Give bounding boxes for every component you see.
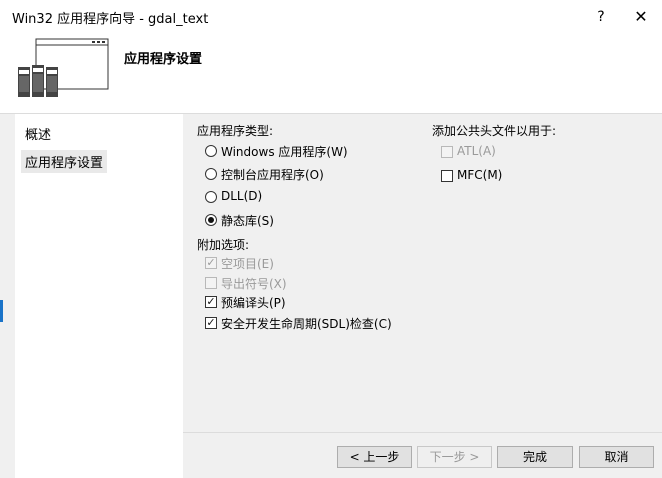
checkbox-precompiled-header[interactable]: ✓ — [205, 296, 217, 308]
application-wizard-icon — [18, 38, 109, 97]
checkbox-atl[interactable] — [441, 146, 453, 158]
wizard-nav: 概述 应用程序设置 — [15, 114, 183, 478]
checkbox-mfc[interactable] — [441, 170, 453, 182]
wizard-header: 应用程序设置 — [0, 33, 662, 113]
checkbox-sdl-checks[interactable]: ✓ — [205, 317, 217, 329]
checkbox-precompiled-header-label[interactable]: 预编译头(P) — [221, 294, 286, 311]
footer-divider — [183, 432, 662, 433]
radio-static-lib-label[interactable]: 静态库(S) — [221, 212, 274, 229]
cancel-button[interactable]: 取消 — [579, 446, 654, 468]
radio-static-lib[interactable] — [205, 214, 217, 226]
title-bar: Win32 应用程序向导 - gdal_text ? ✕ — [0, 0, 662, 33]
nav-item-overview[interactable]: 概述 — [25, 124, 51, 143]
app-type-heading: 应用程序类型: — [197, 124, 274, 138]
common-headers-heading: 添加公共头文件以用于: — [432, 124, 557, 138]
checkbox-empty-project-label: 空项目(E) — [221, 257, 274, 271]
checkbox-empty-project[interactable]: ✓ — [205, 257, 217, 269]
next-button[interactable]: 下一步 > — [417, 446, 492, 468]
prev-button[interactable]: < 上一步 — [337, 446, 412, 468]
radio-console-app[interactable] — [205, 168, 217, 180]
page-title: 应用程序设置 — [124, 52, 203, 67]
settings-panel: 应用程序类型: Windows 应用程序(W) 控制台应用程序(O) DLL(D… — [183, 114, 662, 478]
window-edge-accent — [0, 300, 3, 322]
checkbox-atl-label: ATL(A) — [457, 144, 496, 158]
checkbox-export-symbols-label: 导出符号(X) — [221, 277, 287, 291]
nav-item-app-settings[interactable]: 应用程序设置 — [21, 150, 108, 173]
checkbox-mfc-label[interactable]: MFC(M) — [457, 168, 502, 182]
radio-windows-app-label[interactable]: Windows 应用程序(W) — [221, 143, 348, 160]
radio-dll-label[interactable]: DLL(D) — [221, 189, 262, 203]
window-title: Win32 应用程序向导 - gdal_text — [12, 12, 209, 27]
help-button[interactable]: ? — [590, 6, 612, 28]
finish-button[interactable]: 完成 — [497, 446, 573, 468]
checkbox-sdl-checks-label[interactable]: 安全开发生命周期(SDL)检查(C) — [221, 315, 392, 332]
radio-windows-app[interactable] — [205, 145, 217, 157]
checkbox-export-symbols[interactable] — [205, 277, 217, 289]
radio-dll[interactable] — [205, 191, 217, 203]
close-button[interactable]: ✕ — [628, 6, 654, 28]
radio-console-app-label[interactable]: 控制台应用程序(O) — [221, 166, 324, 183]
additional-options-heading: 附加选项: — [197, 238, 250, 252]
